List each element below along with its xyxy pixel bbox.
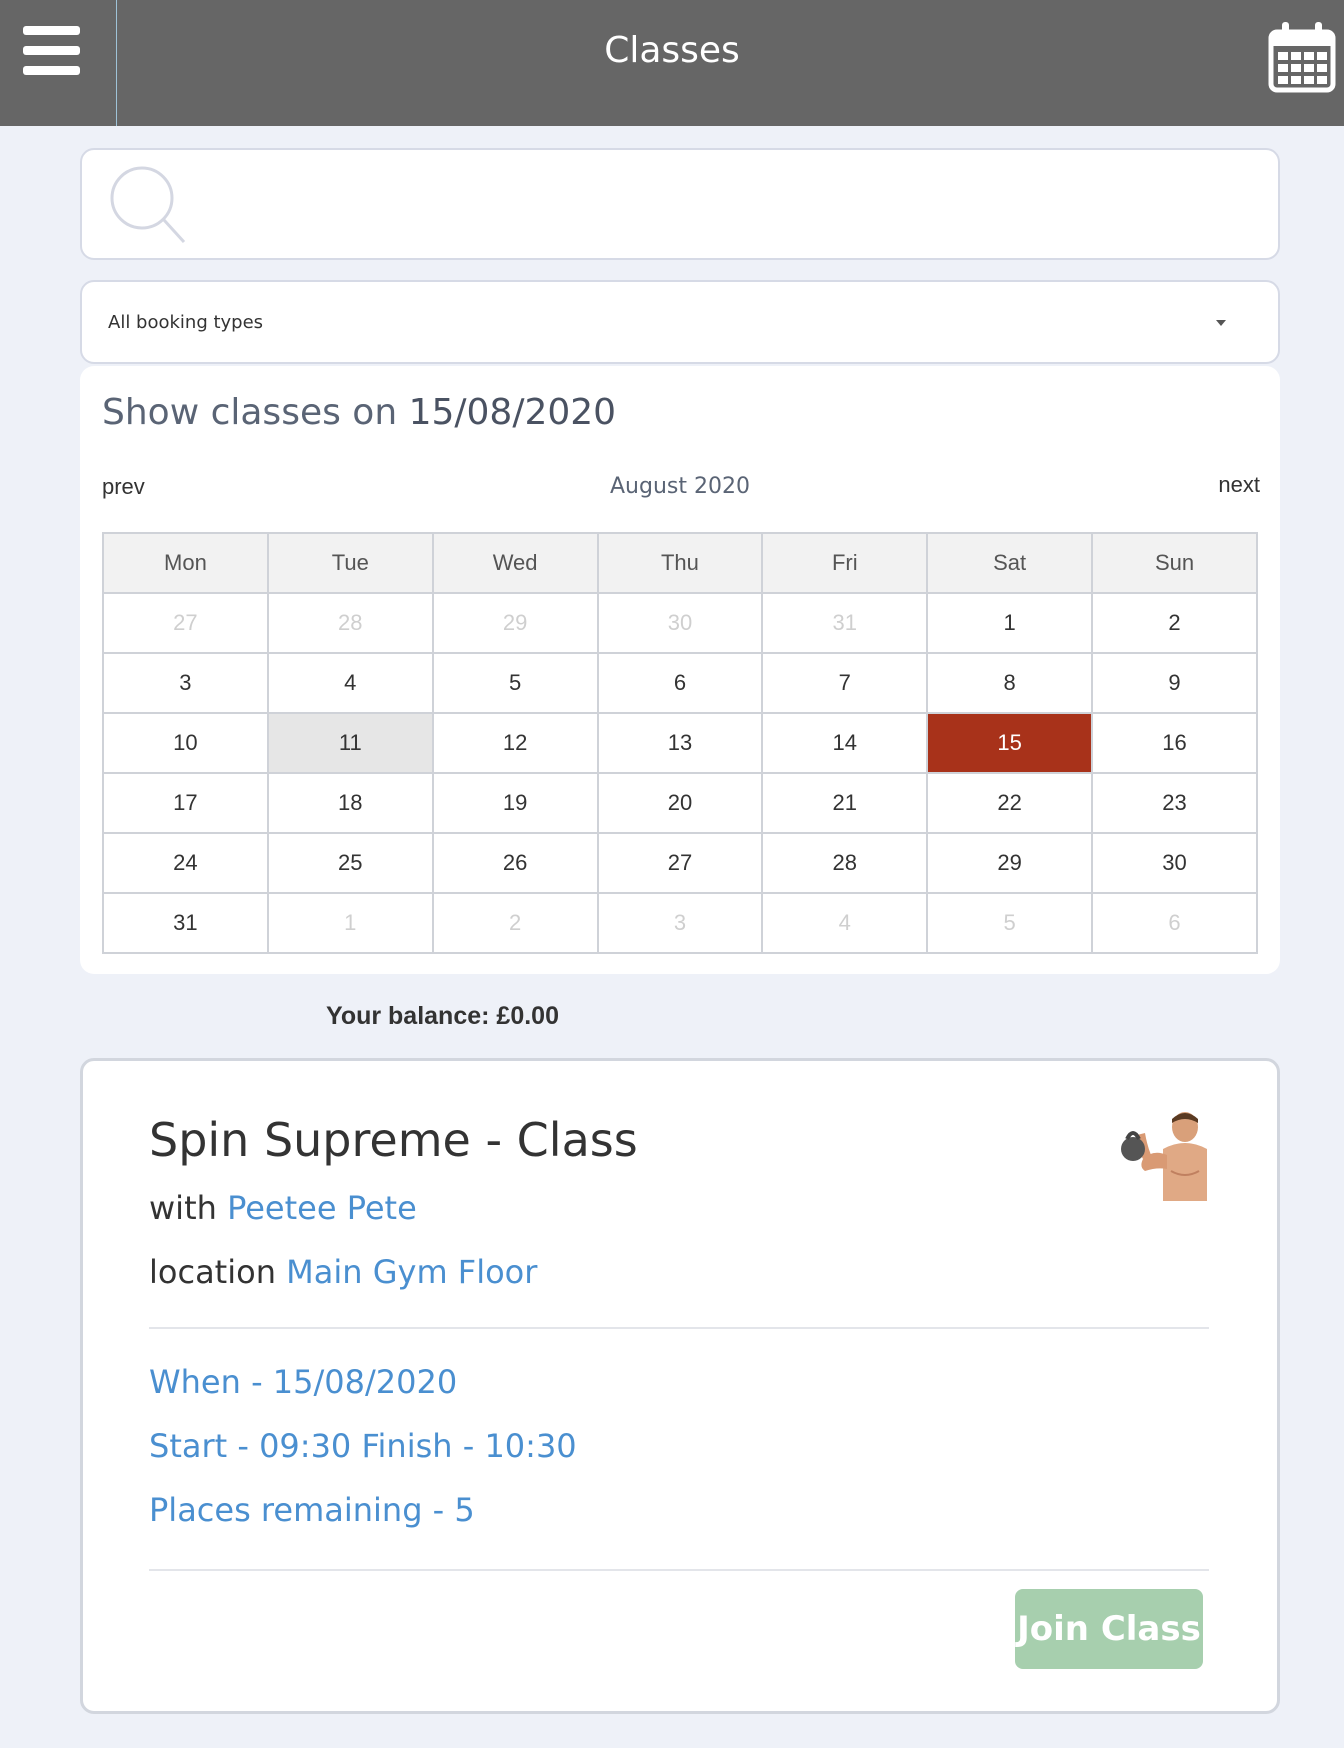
calendar-button[interactable]: [1268, 20, 1336, 94]
instructor-link[interactable]: Peetee Pete: [227, 1189, 417, 1227]
calendar-day[interactable]: 13: [596, 712, 764, 774]
location-link[interactable]: Main Gym Floor: [286, 1253, 537, 1291]
calendar-day[interactable]: 20: [596, 772, 764, 834]
calendar-day[interactable]: 19: [431, 772, 599, 834]
calendar-day-other-month[interactable]: 1: [266, 892, 434, 954]
calendar-day[interactable]: 28: [761, 832, 929, 894]
calendar-week-row: 3 4 5 6 7 8 9: [102, 652, 1258, 714]
search-input[interactable]: [202, 170, 1258, 240]
calendar-day[interactable]: 23: [1091, 772, 1258, 834]
weekday-header: Thu: [596, 532, 764, 594]
show-classes-label: Show classes on: [102, 392, 398, 433]
top-bar: Classes: [0, 0, 1344, 126]
page-title: Classes: [604, 30, 740, 71]
class-card: Spin Supreme - Class with Peetee Pete lo…: [80, 1058, 1280, 1714]
calendar-week-row: 10 11 12 13 14 15 16: [102, 712, 1258, 774]
search-box[interactable]: [80, 148, 1280, 260]
calendar-day[interactable]: 27: [596, 832, 764, 894]
class-times: Start - 09:30 Finish - 10:30: [149, 1427, 577, 1465]
calendar-panel: Show classes on 15/08/2020 prev August 2…: [80, 366, 1280, 974]
weekday-header: Wed: [431, 532, 599, 594]
calendar-day[interactable]: 31: [102, 892, 269, 954]
calendar-day[interactable]: 2: [1091, 592, 1258, 654]
calendar-day[interactable]: 29: [926, 832, 1094, 894]
calendar-day-other-month[interactable]: 27: [102, 592, 269, 654]
join-class-button[interactable]: Join Class: [1015, 1589, 1203, 1669]
calendar-icon: [1268, 22, 1336, 93]
location-label: location: [149, 1253, 276, 1291]
calendar-day[interactable]: 21: [761, 772, 929, 834]
calendar-day[interactable]: 16: [1091, 712, 1258, 774]
calendar-grid: Mon Tue Wed Thu Fri Sat Sun 27 28 29 30 …: [102, 532, 1258, 954]
calendar-day-other-month[interactable]: 28: [266, 592, 434, 654]
instructor-line: with Peetee Pete: [149, 1189, 417, 1227]
calendar-day-other-month[interactable]: 2: [431, 892, 599, 954]
booking-type-selected: All booking types: [108, 312, 264, 333]
chevron-down-icon: [1216, 320, 1226, 326]
calendar-day[interactable]: 24: [102, 832, 269, 894]
show-classes-heading: Show classes on 15/08/2020: [102, 392, 616, 433]
calendar-day[interactable]: 4: [266, 652, 434, 714]
calendar-day[interactable]: 12: [431, 712, 599, 774]
divider: [149, 1569, 1209, 1571]
booking-type-select[interactable]: All booking types: [80, 280, 1280, 364]
calendar-day[interactable]: 25: [266, 832, 434, 894]
weekday-header-row: Mon Tue Wed Thu Fri Sat Sun: [102, 532, 1258, 594]
calendar-day-selected[interactable]: 15: [926, 712, 1094, 774]
calendar-day-other-month[interactable]: 31: [761, 592, 929, 654]
calendar-day[interactable]: 30: [1091, 832, 1258, 894]
divider: [149, 1327, 1209, 1329]
calendar-day[interactable]: 7: [761, 652, 929, 714]
with-label: with: [149, 1189, 217, 1227]
calendar-week-row: 31 1 2 3 4 5 6: [102, 892, 1258, 954]
next-month-link[interactable]: next: [1218, 472, 1260, 498]
calendar-week-row: 27 28 29 30 31 1 2: [102, 592, 1258, 654]
selected-date: 15/08/2020: [408, 392, 617, 433]
calendar-day[interactable]: 1: [926, 592, 1094, 654]
calendar-day-other-month[interactable]: 3: [596, 892, 764, 954]
calendar-day[interactable]: 26: [431, 832, 599, 894]
calendar-week-row: 17 18 19 20 21 22 23: [102, 772, 1258, 834]
calendar-day-other-month[interactable]: 30: [596, 592, 764, 654]
weekday-header: Fri: [761, 532, 929, 594]
weekday-header: Sun: [1091, 532, 1258, 594]
calendar-day[interactable]: 22: [926, 772, 1094, 834]
calendar-day[interactable]: 10: [102, 712, 269, 774]
calendar-day[interactable]: 6: [596, 652, 764, 714]
calendar-day[interactable]: 5: [431, 652, 599, 714]
calendar-day[interactable]: 9: [1091, 652, 1258, 714]
class-title: Spin Supreme - Class: [149, 1113, 638, 1167]
calendar-day[interactable]: 17: [102, 772, 269, 834]
weekday-header: Sat: [926, 532, 1094, 594]
calendar-week-row: 24 25 26 27 28 29 30: [102, 832, 1258, 894]
calendar-day[interactable]: 8: [926, 652, 1094, 714]
calendar-day[interactable]: 3: [102, 652, 269, 714]
calendar-day-today[interactable]: 11: [266, 712, 434, 774]
calendar-day[interactable]: 18: [266, 772, 434, 834]
balance-text: Your balance: £0.00: [326, 1002, 559, 1030]
calendar-day-other-month[interactable]: 5: [926, 892, 1094, 954]
class-date: When - 15/08/2020: [149, 1363, 458, 1401]
calendar-day-other-month[interactable]: 6: [1091, 892, 1258, 954]
places-remaining: Places remaining - 5: [149, 1491, 475, 1529]
month-title: August 2020: [610, 474, 750, 499]
location-line: location Main Gym Floor: [149, 1253, 537, 1291]
calendar-day-other-month[interactable]: 29: [431, 592, 599, 654]
search-icon: [110, 166, 186, 244]
calendar-day[interactable]: 14: [761, 712, 929, 774]
weekday-header: Mon: [102, 532, 269, 594]
kettlebell-man-icon: [1121, 1112, 1207, 1201]
weekday-header: Tue: [266, 532, 434, 594]
calendar-day-other-month[interactable]: 4: [761, 892, 929, 954]
